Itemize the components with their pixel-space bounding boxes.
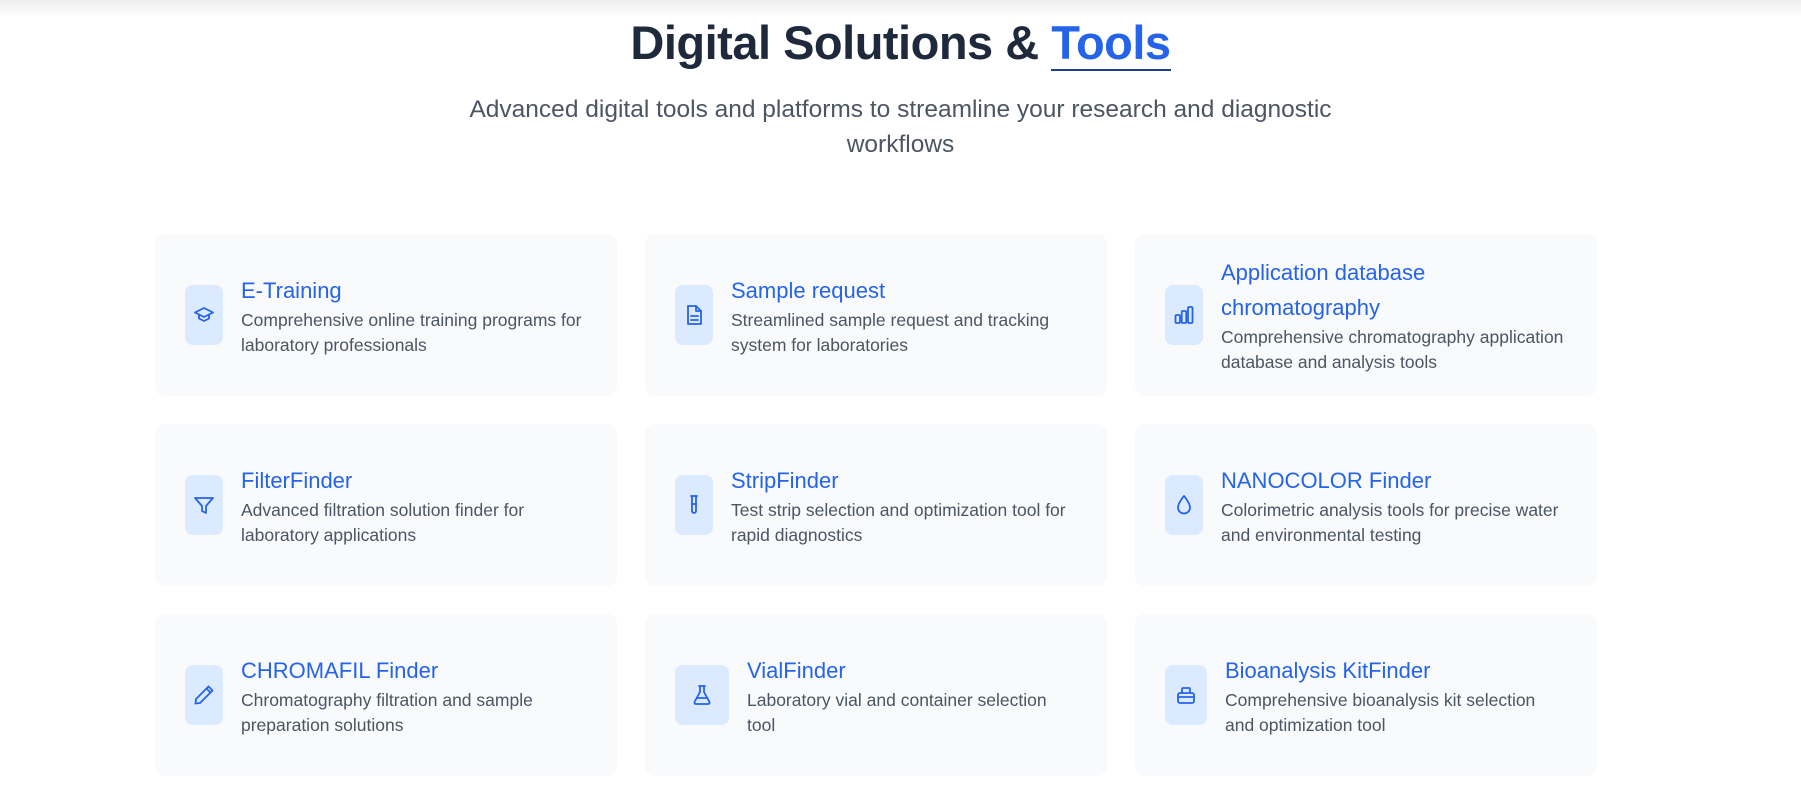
tool-card-description: Chromatography filtration and sample pre…: [241, 689, 533, 735]
tool-card-title[interactable]: FilterFinder: [241, 463, 587, 498]
tool-card-application-database[interactable]: Application database chromatography Comp…: [1135, 234, 1597, 396]
page-title: Digital Solutions & Tools: [0, 12, 1801, 74]
tool-card-description: Colorimetric analysis tools for precise …: [1221, 499, 1559, 545]
tools-grid: E-Training Comprehensive online training…: [155, 234, 1597, 776]
tool-card-filterfinder[interactable]: FilterFinder Advanced filtration solutio…: [155, 424, 617, 586]
tool-card-description: Comprehensive chromatography application…: [1221, 327, 1564, 372]
tool-card-description: Comprehensive bioanalysis kit selection …: [1225, 689, 1536, 735]
tool-card-title[interactable]: StripFinder: [731, 463, 1077, 498]
droplet-icon: [1165, 475, 1203, 535]
tool-card-vialfinder[interactable]: VialFinder Laboratory vial and container…: [645, 614, 1107, 776]
tool-card-description: Advanced filtration solution finder for …: [241, 499, 525, 545]
flask-icon: [675, 665, 729, 725]
tool-card-nanocolor-finder[interactable]: NANOCOLOR Finder Colorimetric analysis t…: [1135, 424, 1597, 586]
tool-card-e-training[interactable]: E-Training Comprehensive online training…: [155, 234, 617, 396]
tool-card-description: Comprehensive online training programs f…: [241, 309, 582, 355]
title-main: Digital Solutions &: [630, 16, 1052, 69]
tool-card-chromafil-finder[interactable]: CHROMAFIL Finder Chromatography filtrati…: [155, 614, 617, 776]
document-icon: [675, 285, 713, 345]
tool-card-description: Streamlined sample request and tracking …: [731, 309, 1050, 355]
pencil-icon: [185, 665, 223, 725]
tool-card-description: Test strip selection and optimization to…: [731, 499, 1066, 545]
graduation-cap-icon: [185, 285, 223, 345]
section-header: Digital Solutions & Tools Advanced digit…: [0, 0, 1801, 162]
kit-box-icon: [1165, 665, 1207, 725]
tool-card-sample-request[interactable]: Sample request Streamlined sample reques…: [645, 234, 1107, 396]
tool-card-description: Laboratory vial and container selection …: [747, 689, 1047, 735]
tool-card-title[interactable]: VialFinder: [747, 653, 1077, 688]
filter-icon: [185, 475, 223, 535]
tool-card-title[interactable]: E-Training: [241, 273, 587, 308]
tool-card-title[interactable]: CHROMAFIL Finder: [241, 653, 587, 688]
bar-chart-icon: [1165, 285, 1203, 345]
tool-card-title[interactable]: NANOCOLOR Finder: [1221, 463, 1567, 498]
tool-card-bioanalysis-kitfinder[interactable]: Bioanalysis KitFinder Comprehensive bioa…: [1135, 614, 1597, 776]
test-tube-icon: [675, 475, 713, 535]
tool-card-title[interactable]: Application database chromatography: [1221, 255, 1567, 325]
page-subtitle: Advanced digital tools and platforms to …: [469, 96, 1332, 158]
title-accent: Tools: [1051, 16, 1171, 71]
tool-card-title[interactable]: Bioanalysis KitFinder: [1225, 653, 1567, 688]
tool-card-stripfinder[interactable]: StripFinder Test strip selection and opt…: [645, 424, 1107, 586]
tool-card-title[interactable]: Sample request: [731, 273, 1077, 308]
